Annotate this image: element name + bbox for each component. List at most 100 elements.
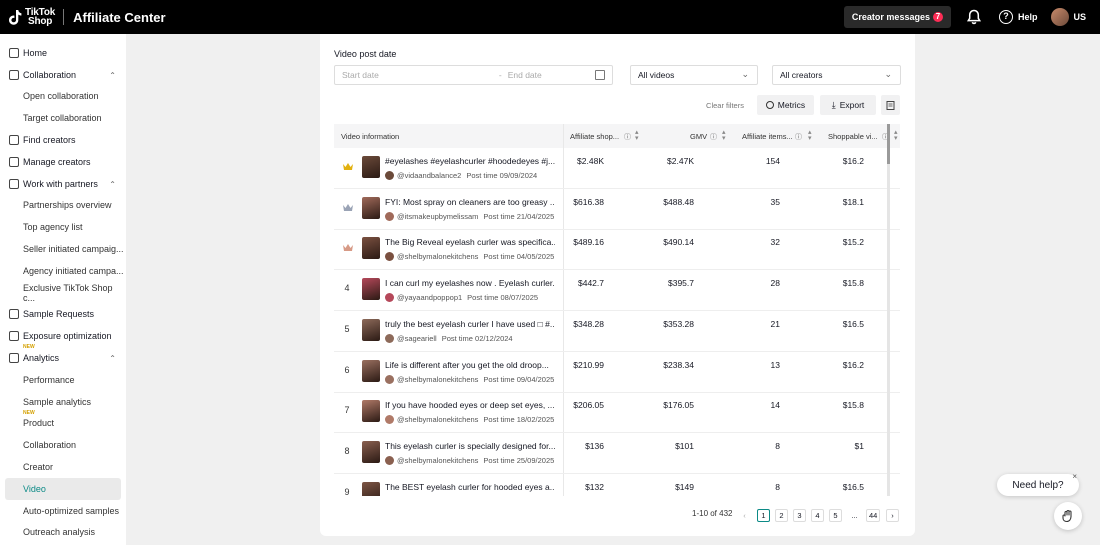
chevron-up-icon[interactable]: ⌃ — [109, 71, 116, 80]
table-row[interactable]: 7 If you have hooded eyes or deep set eye… — [334, 392, 900, 434]
sidebar-item-seller-initiated-campaig[interactable]: Seller initiated campaig... — [0, 238, 126, 260]
page-button-4[interactable]: 4 — [811, 509, 824, 522]
sidebar-item-sample-analytics[interactable]: Sample analytics NEW — [0, 391, 126, 416]
sort-icon[interactable]: ▴ ▾ — [635, 129, 639, 142]
clipboard-icon[interactable] — [881, 95, 900, 115]
video-title[interactable]: Life is different after you get the old … — [385, 360, 555, 370]
support-chat-button[interactable] — [1054, 502, 1082, 530]
user-menu[interactable]: US — [1051, 8, 1086, 26]
help-button[interactable]: ? Help — [998, 10, 1037, 24]
creator-handle[interactable]: @sageariell — [397, 334, 437, 343]
page-button-1[interactable]: 1 — [757, 509, 770, 522]
page-button-5[interactable]: 5 — [829, 509, 842, 522]
video-thumbnail[interactable] — [362, 440, 380, 463]
table-row[interactable]: 4 I can curl my eyelashes now . Eyelash c… — [334, 270, 900, 312]
sidebar-item-agency-initiated-campa[interactable]: Agency initiated campa... — [0, 260, 126, 282]
table-scrollbar[interactable] — [887, 124, 890, 496]
table-row[interactable]: 6 Life is different after you get the old… — [334, 352, 900, 393]
video-thumbnail[interactable] — [362, 196, 380, 219]
video-thumbnail[interactable] — [362, 359, 380, 382]
column-affiliate-shop[interactable]: Affiliate shop... — [570, 132, 619, 141]
column-shoppable-videos[interactable]: Shoppable vi... — [828, 132, 878, 141]
videos-select[interactable]: All videos ⌄ — [630, 65, 758, 85]
sort-icon[interactable]: ▴ ▾ — [808, 129, 812, 142]
rank-number: 7 — [344, 405, 350, 416]
video-title[interactable]: FYI: Most spray on cleaners are too grea… — [385, 197, 555, 207]
column-gmv[interactable]: GMV — [690, 132, 707, 141]
sidebar-item-analytics[interactable]: Analytics ⌃ — [0, 347, 126, 369]
sidebar-item-performance[interactable]: Performance — [0, 369, 126, 391]
video-title[interactable]: The BEST eyelash curler for hooded eyes … — [385, 482, 555, 492]
export-button[interactable]: ⤓ Export — [820, 95, 876, 115]
video-thumbnail[interactable] — [362, 318, 380, 341]
tiktok-shop-logo[interactable]: TikTok Shop — [9, 8, 55, 27]
creator-handle[interactable]: @yayaandpoppop1 — [397, 293, 462, 302]
video-thumbnail[interactable] — [362, 481, 380, 496]
creators-select[interactable]: All creators ⌄ — [772, 65, 901, 85]
sidebar-item-label: Analytics — [23, 353, 60, 364]
video-title[interactable]: If you have hooded eyes or deep set eyes… — [385, 400, 555, 410]
sidebar-item-sample-requests[interactable]: Sample Requests — [0, 304, 126, 326]
creator-handle[interactable]: @vidaandbalance2 — [397, 171, 461, 180]
notification-bell-icon[interactable] — [965, 8, 983, 26]
video-title[interactable]: truly the best eyelash curler I have use… — [385, 319, 555, 329]
page-button-3[interactable]: 3 — [793, 509, 806, 522]
creator-handle[interactable]: @shelbymalonekitchens — [397, 375, 478, 384]
sidebar-item-find-creators[interactable]: Find creators — [0, 129, 126, 151]
page-button-44[interactable]: 44 — [866, 509, 881, 522]
creator-messages-button[interactable]: Creator messages 7 — [843, 6, 951, 28]
sidebar-item-partnerships-overview[interactable]: Partnerships overview — [0, 195, 126, 217]
table-row[interactable]: 8 This eyelash curler is specially design… — [334, 433, 900, 474]
end-date-input[interactable]: End date — [508, 70, 542, 80]
start-date-input[interactable]: Start date — [342, 70, 379, 80]
video-title[interactable]: The Big Reveal eyelash curler was specif… — [385, 237, 555, 247]
close-icon[interactable]: × — [1072, 472, 1077, 481]
video-thumbnail[interactable] — [362, 400, 380, 423]
video-thumbnail[interactable] — [362, 237, 380, 260]
sort-icon[interactable]: ▴ ▾ — [722, 129, 726, 142]
sidebar-item-outreach-analysis[interactable]: Outreach analysis — [0, 522, 126, 544]
table-row[interactable]: 9 The BEST eyelash curler for hooded eyes… — [334, 474, 900, 496]
table-row[interactable]: FYI: Most spray on cleaners are too grea… — [334, 189, 900, 230]
table-row[interactable]: #eyelashes #eyelashcurler #hoodedeyes #j… — [334, 148, 900, 189]
need-help-bubble[interactable]: Need help? × — [997, 472, 1079, 496]
creator-handle[interactable]: @itsmakeupbymelissam — [397, 212, 478, 221]
sidebar-item-collaboration[interactable]: Collaboration ⌃ — [0, 64, 126, 86]
sidebar-item-exposure-optimization[interactable]: Exposure optimization NEW — [0, 325, 126, 350]
sidebar-item-manage-creators[interactable]: Manage creators — [0, 151, 126, 173]
scrollbar-thumb[interactable] — [887, 124, 890, 164]
table-row[interactable]: The Big Reveal eyelash curler was specif… — [334, 229, 900, 271]
clear-filters-button[interactable]: Clear filters — [700, 95, 750, 115]
date-range-picker[interactable]: Start date - End date — [334, 65, 613, 85]
next-page-icon[interactable]: › — [886, 509, 899, 522]
chevron-up-icon[interactable]: ⌃ — [109, 354, 116, 363]
metrics-button[interactable]: Metrics — [757, 95, 814, 115]
sidebar-item-open-collaboration[interactable]: Open collaboration — [0, 86, 126, 108]
calendar-icon[interactable] — [595, 70, 605, 80]
table-row[interactable]: 5 truly the best eyelash curler I have us… — [334, 311, 900, 352]
video-thumbnail[interactable] — [362, 278, 380, 301]
cell-shop: $348.28 — [573, 318, 604, 329]
sidebar-item-collaboration[interactable]: Collaboration — [0, 434, 126, 456]
creator-handle[interactable]: @shelbymalonekitchens — [397, 415, 478, 424]
video-title[interactable]: I can curl my eyelashes now . Eyelash cu… — [385, 278, 555, 288]
sort-icon[interactable]: ▴ ▾ — [894, 129, 898, 142]
sidebar-item-top-agency-list[interactable]: Top agency list — [0, 216, 126, 238]
video-title[interactable]: This eyelash curler is specially designe… — [385, 441, 555, 451]
sidebar-item-creator[interactable]: Creator — [0, 456, 126, 478]
sidebar-item-auto-optimized-samples[interactable]: Auto-optimized samples — [0, 500, 126, 522]
sidebar-item-home[interactable]: Home — [0, 42, 126, 64]
column-affiliate-items[interactable]: Affiliate items... — [742, 132, 793, 141]
page-button-2[interactable]: 2 — [775, 509, 788, 522]
chevron-up-icon[interactable]: ⌃ — [109, 180, 116, 189]
creator-handle[interactable]: @shelbymalonekitchens — [397, 252, 478, 261]
creator-handle[interactable]: @shelbymalonekitchens — [397, 456, 478, 465]
video-title[interactable]: #eyelashes #eyelashcurler #hoodedeyes #j… — [385, 156, 555, 166]
video-thumbnail[interactable] — [362, 156, 380, 178]
sidebar-item-target-collaboration[interactable]: Target collaboration — [0, 107, 126, 129]
sidebar-item-video[interactable]: Video — [5, 477, 121, 500]
previous-page-icon[interactable]: ‹ — [738, 509, 751, 522]
sidebar-item-work-with-partners[interactable]: Work with partners ⌃ — [0, 173, 126, 195]
sidebar-item-product[interactable]: Product — [0, 413, 126, 435]
sidebar-item-exclusive-tiktok-shop-c[interactable]: Exclusive TikTok Shop c... — [0, 282, 126, 304]
